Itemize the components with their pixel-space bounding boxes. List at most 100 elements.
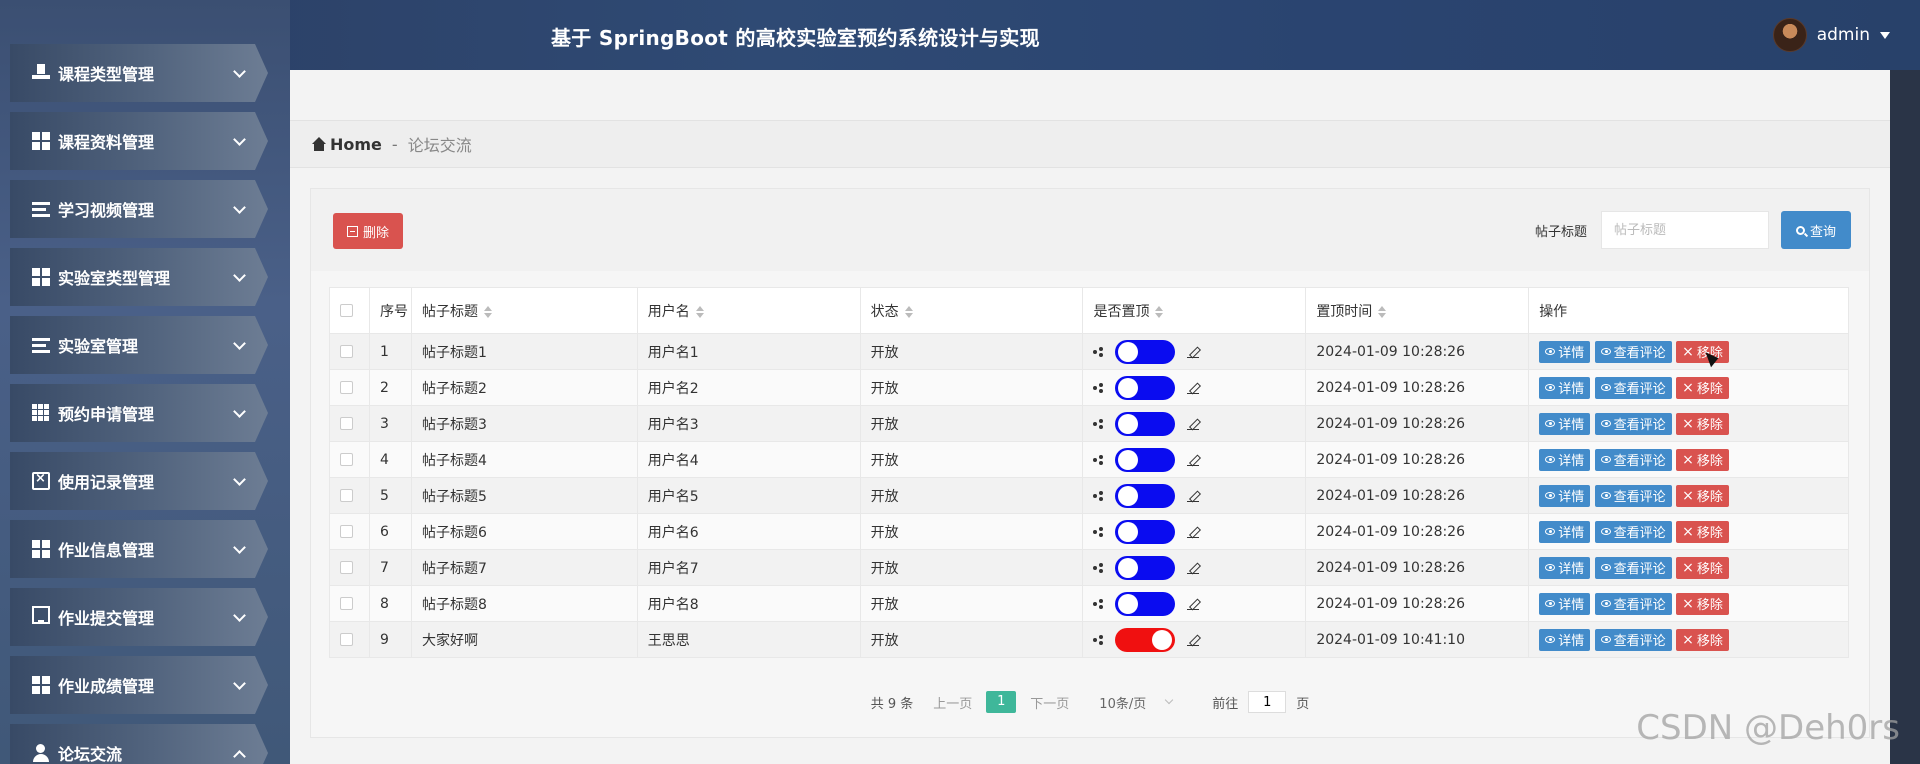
sidebar-item-5[interactable]: 预约申请管理 bbox=[10, 384, 268, 442]
share-icon[interactable] bbox=[1093, 454, 1104, 465]
row-select-cell[interactable] bbox=[329, 441, 370, 478]
row-checkbox[interactable] bbox=[340, 417, 353, 430]
share-icon[interactable] bbox=[1093, 346, 1104, 357]
sort-icon[interactable] bbox=[1155, 305, 1164, 318]
view-comments-button[interactable]: 查看评论 bbox=[1594, 484, 1672, 507]
column-title[interactable]: 帖子标题 bbox=[410, 287, 638, 334]
row-checkbox[interactable] bbox=[340, 633, 353, 646]
edit-pen-icon[interactable] bbox=[1187, 346, 1200, 358]
breadcrumb-home[interactable]: Home bbox=[330, 135, 382, 154]
row-select-cell[interactable] bbox=[329, 513, 370, 550]
remove-button[interactable]: × 移除 bbox=[1676, 628, 1729, 651]
pin-toggle[interactable] bbox=[1115, 447, 1176, 472]
edit-pen-icon[interactable] bbox=[1187, 418, 1200, 430]
page-1-button[interactable]: 1 bbox=[986, 691, 1017, 713]
sidebar-item-10[interactable]: 论坛交流 bbox=[10, 724, 268, 764]
username[interactable]: admin bbox=[1817, 25, 1870, 45]
row-checkbox[interactable] bbox=[340, 561, 353, 574]
delete-button[interactable]: 删除 bbox=[333, 213, 403, 249]
detail-button[interactable]: 详情 bbox=[1539, 376, 1591, 399]
detail-button[interactable]: 详情 bbox=[1539, 520, 1591, 543]
view-comments-button[interactable]: 查看评论 bbox=[1594, 592, 1672, 615]
header-select-all[interactable] bbox=[329, 287, 370, 334]
edit-pen-icon[interactable] bbox=[1187, 526, 1200, 538]
edit-pen-icon[interactable] bbox=[1187, 454, 1200, 466]
sidebar-item-0[interactable]: 课程类型管理 bbox=[10, 44, 268, 102]
share-icon[interactable] bbox=[1093, 562, 1104, 573]
row-select-cell[interactable] bbox=[329, 549, 370, 586]
search-input[interactable] bbox=[1601, 211, 1769, 249]
pin-toggle[interactable] bbox=[1115, 375, 1176, 400]
remove-button[interactable]: × 移除 bbox=[1676, 520, 1729, 543]
pin-toggle[interactable] bbox=[1115, 411, 1176, 436]
next-page-button[interactable]: 下一页 bbox=[1030, 693, 1069, 712]
remove-button[interactable]: × 移除 bbox=[1676, 592, 1729, 615]
avatar[interactable] bbox=[1772, 18, 1807, 52]
share-icon[interactable] bbox=[1093, 490, 1104, 501]
view-comments-button[interactable]: 查看评论 bbox=[1594, 520, 1672, 543]
pin-toggle[interactable] bbox=[1115, 555, 1176, 580]
detail-button[interactable]: 详情 bbox=[1539, 412, 1591, 435]
sort-icon[interactable] bbox=[904, 305, 913, 318]
share-icon[interactable] bbox=[1093, 598, 1104, 609]
query-button[interactable]: 查询 bbox=[1781, 211, 1851, 249]
sidebar-item-2[interactable]: 学习视频管理 bbox=[10, 180, 268, 238]
sidebar-item-4[interactable]: 实验室管理 bbox=[10, 316, 268, 374]
row-select-cell[interactable] bbox=[329, 585, 370, 622]
edit-pen-icon[interactable] bbox=[1187, 490, 1200, 502]
column-status[interactable]: 状态 bbox=[859, 287, 1084, 334]
edit-pen-icon[interactable] bbox=[1187, 634, 1200, 646]
prev-page-button[interactable]: 上一页 bbox=[933, 693, 972, 712]
sort-icon[interactable] bbox=[1378, 305, 1387, 318]
sidebar-item-1[interactable]: 课程资料管理 bbox=[10, 112, 268, 170]
row-checkbox[interactable] bbox=[340, 525, 353, 538]
row-checkbox[interactable] bbox=[340, 381, 353, 394]
sidebar-item-8[interactable]: 作业提交管理 bbox=[10, 588, 268, 646]
pin-toggle[interactable] bbox=[1115, 591, 1176, 616]
remove-button[interactable]: × 移除 bbox=[1676, 484, 1729, 507]
row-select-cell[interactable] bbox=[329, 621, 370, 658]
detail-button[interactable]: 详情 bbox=[1539, 340, 1591, 363]
row-checkbox[interactable] bbox=[340, 597, 353, 610]
share-icon[interactable] bbox=[1093, 382, 1104, 393]
remove-button[interactable]: × 移除 bbox=[1676, 448, 1729, 471]
view-comments-button[interactable]: 查看评论 bbox=[1594, 556, 1672, 579]
caret-down-icon[interactable] bbox=[1880, 31, 1890, 39]
column-pinned[interactable]: 是否置顶 bbox=[1082, 287, 1307, 334]
detail-button[interactable]: 详情 bbox=[1539, 448, 1591, 471]
pin-toggle[interactable] bbox=[1115, 339, 1176, 364]
page-size-select[interactable]: 10条/页 bbox=[1099, 693, 1174, 712]
detail-button[interactable]: 详情 bbox=[1539, 592, 1591, 615]
remove-button[interactable]: × 移除 bbox=[1676, 376, 1729, 399]
sidebar-item-9[interactable]: 作业成绩管理 bbox=[10, 656, 268, 714]
remove-button[interactable]: × 移除 bbox=[1676, 340, 1729, 363]
detail-button[interactable]: 详情 bbox=[1539, 556, 1591, 579]
pin-toggle[interactable] bbox=[1115, 483, 1176, 508]
share-icon[interactable] bbox=[1093, 634, 1104, 645]
row-select-cell[interactable] bbox=[329, 405, 370, 442]
detail-button[interactable]: 详情 bbox=[1539, 484, 1591, 507]
sidebar-item-7[interactable]: 作业信息管理 bbox=[10, 520, 268, 578]
pin-toggle[interactable] bbox=[1115, 519, 1176, 544]
column-user[interactable]: 用户名 bbox=[636, 287, 861, 334]
edit-pen-icon[interactable] bbox=[1187, 562, 1200, 574]
sidebar-item-6[interactable]: 使用记录管理 bbox=[10, 452, 268, 510]
share-icon[interactable] bbox=[1093, 526, 1104, 537]
view-comments-button[interactable]: 查看评论 bbox=[1594, 412, 1672, 435]
goto-page-input[interactable] bbox=[1248, 691, 1287, 713]
view-comments-button[interactable]: 查看评论 bbox=[1594, 628, 1672, 651]
view-comments-button[interactable]: 查看评论 bbox=[1594, 340, 1672, 363]
row-select-cell[interactable] bbox=[329, 333, 370, 370]
remove-button[interactable]: × 移除 bbox=[1676, 556, 1729, 579]
share-icon[interactable] bbox=[1093, 418, 1104, 429]
remove-button[interactable]: × 移除 bbox=[1676, 412, 1729, 435]
sort-icon[interactable] bbox=[483, 305, 492, 318]
row-checkbox[interactable] bbox=[340, 489, 353, 502]
row-select-cell[interactable] bbox=[329, 477, 370, 514]
view-comments-button[interactable]: 查看评论 bbox=[1594, 376, 1672, 399]
user-menu[interactable]: admin bbox=[1772, 18, 1890, 52]
sort-icon[interactable] bbox=[695, 305, 704, 318]
sidebar-item-3[interactable]: 实验室类型管理 bbox=[10, 248, 268, 306]
column-pin-time[interactable]: 置顶时间 bbox=[1305, 287, 1530, 334]
row-checkbox[interactable] bbox=[340, 453, 353, 466]
